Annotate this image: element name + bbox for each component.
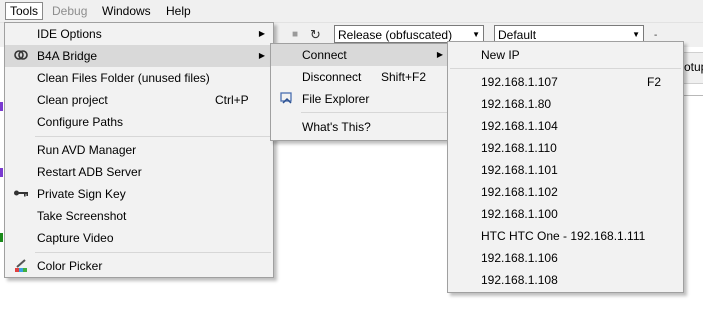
menu-item-label: 192.168.1.101	[481, 163, 558, 177]
menu-separator	[35, 136, 271, 137]
menu-item-label: 192.168.1.104	[481, 119, 558, 133]
menu-item-run-avd-manager[interactable]: Run AVD Manager	[5, 139, 273, 161]
menu-item-capture-video[interactable]: Capture Video	[5, 227, 273, 249]
file-explorer-icon	[279, 91, 295, 107]
gutter-marker	[0, 168, 3, 177]
device-config-value: Default	[498, 28, 537, 42]
menu-item-ip[interactable]: 192.168.1.110	[448, 137, 683, 159]
menu-item-label: What's This?	[302, 120, 371, 134]
menu-item-label: Clean project	[37, 93, 108, 107]
tools-menu: IDE Options ▶ B4A Bridge ▶ Clean Files F…	[4, 22, 274, 278]
menu-item-ip[interactable]: 192.168.1.100	[448, 203, 683, 225]
menu-item-ip[interactable]: 192.168.1.101	[448, 159, 683, 181]
key-icon	[13, 186, 29, 202]
toolbar-overflow-icon[interactable]: -	[654, 30, 657, 41]
menu-item-label: File Explorer	[302, 92, 370, 106]
menu-tools[interactable]: Tools	[5, 2, 44, 20]
menu-item-label: Color Picker	[37, 259, 103, 273]
menu-item-label: 192.168.1.102	[481, 185, 558, 199]
build-config-value: Release (obfuscated)	[338, 28, 453, 42]
bridge-link-icon	[13, 48, 29, 64]
stop-icon[interactable]: ■	[292, 29, 298, 40]
menu-item-clean-files[interactable]: Clean Files Folder (unused files)	[5, 67, 273, 89]
connect-submenu: New IP 192.168.1.107 F2 192.168.1.80 192…	[447, 41, 684, 293]
menu-item-label: Take Screenshot	[37, 209, 127, 223]
divider	[683, 95, 703, 96]
menu-item-label: Disconnect	[302, 70, 362, 84]
chevron-right-icon: ▶	[258, 51, 265, 60]
menu-item-restart-adb[interactable]: Restart ADB Server	[5, 161, 273, 183]
menu-item-b4a-bridge[interactable]: B4A Bridge ▶	[5, 45, 273, 67]
menu-item-label: HTC HTC One - 192.168.1.111	[481, 229, 646, 243]
menu-item-label: New IP	[481, 48, 520, 62]
menu-item-label: 192.168.1.106	[481, 251, 558, 265]
menu-item-ip[interactable]: 192.168.1.102	[448, 181, 683, 203]
gutter-marker	[0, 102, 3, 111]
menu-item-whats-this[interactable]: What's This?	[271, 116, 451, 138]
menu-item-label: 192.168.1.100	[481, 207, 558, 221]
menu-item-label: Run AVD Manager	[37, 143, 137, 157]
menu-item-new-ip[interactable]: New IP	[448, 44, 683, 66]
menu-item-label: B4A Bridge	[37, 49, 98, 63]
menu-item-device[interactable]: HTC HTC One - 192.168.1.111	[448, 225, 683, 247]
menu-bar: Tools Debug Windows Help	[0, 0, 703, 23]
menu-windows[interactable]: Windows	[98, 3, 155, 19]
menu-item-file-explorer[interactable]: File Explorer	[271, 88, 451, 110]
menu-item-label: Clean Files Folder (unused files)	[37, 71, 210, 85]
menu-item-ip[interactable]: 192.168.1.80	[448, 93, 683, 115]
b4a-bridge-submenu: Connect ▶ Disconnect Shift+F2 File Explo…	[270, 43, 452, 141]
menu-item-clean-project[interactable]: Clean project Ctrl+P	[5, 89, 273, 111]
menu-help[interactable]: Help	[162, 3, 195, 19]
menu-item-ip[interactable]: 192.168.1.106	[448, 247, 683, 269]
menu-item-label: 192.168.1.108	[481, 273, 558, 287]
menu-item-private-sign-key[interactable]: Private Sign Key	[5, 183, 273, 205]
gutter-marker	[0, 233, 3, 242]
menu-item-ip[interactable]: 192.168.1.107 F2	[448, 71, 683, 93]
menu-item-take-screenshot[interactable]: Take Screenshot	[5, 205, 273, 227]
menu-debug[interactable]: Debug	[48, 3, 91, 19]
menu-item-shortcut: Ctrl+P	[215, 93, 249, 107]
menu-item-color-picker[interactable]: Color Picker	[5, 255, 273, 277]
menu-item-label: 192.168.1.80	[481, 97, 552, 111]
menu-item-shortcut: Shift+F2	[381, 70, 427, 84]
menu-item-ip[interactable]: 192.168.1.108	[448, 269, 683, 291]
menu-item-shortcut: F2	[647, 75, 662, 89]
menu-item-label: 192.168.1.107	[481, 75, 558, 89]
menu-item-label: Capture Video	[37, 231, 114, 245]
menu-item-label: 192.168.1.110	[481, 141, 557, 155]
menu-item-label: IDE Options	[37, 27, 102, 41]
menu-separator	[450, 68, 681, 69]
menu-separator	[35, 252, 271, 253]
menu-separator	[301, 112, 449, 113]
menu-item-configure-paths[interactable]: Configure Paths	[5, 111, 273, 133]
menu-item-ide-options[interactable]: IDE Options ▶	[5, 23, 273, 45]
menu-item-ip[interactable]: 192.168.1.104	[448, 115, 683, 137]
menu-item-label: Connect	[302, 48, 347, 62]
menu-item-label: Configure Paths	[37, 115, 124, 129]
menu-item-label: Private Sign Key	[37, 187, 126, 201]
color-picker-icon	[13, 258, 29, 274]
chevron-right-icon: ▶	[436, 50, 443, 59]
restart-icon[interactable]: ↻	[310, 27, 321, 43]
menu-item-label: Restart ADB Server	[37, 165, 142, 179]
chevron-right-icon: ▶	[258, 29, 265, 38]
menu-item-disconnect[interactable]: Disconnect Shift+F2	[271, 66, 451, 88]
side-tab-label: otup	[684, 60, 703, 74]
menu-item-connect[interactable]: Connect ▶	[271, 44, 451, 66]
